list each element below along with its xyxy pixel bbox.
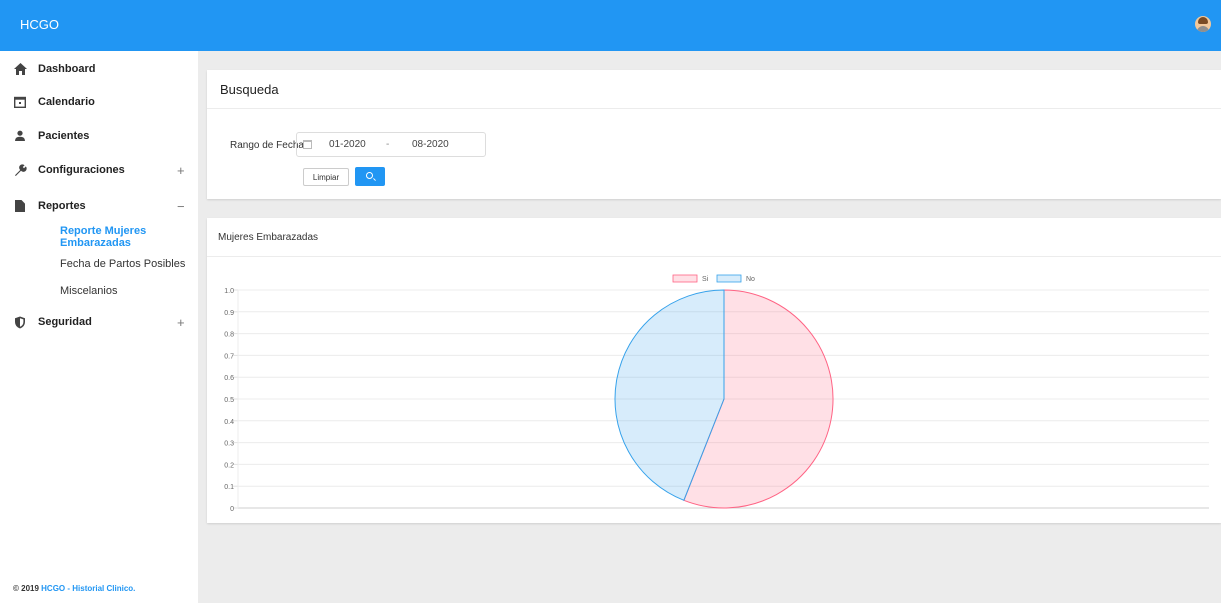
y-tick-label: 0.7	[224, 353, 234, 360]
y-tick-label: 1.0	[224, 288, 234, 295]
sidebar-item-label: Calendario	[38, 96, 95, 108]
shield-icon	[13, 315, 27, 329]
date-to-input[interactable]: 08-2020	[412, 139, 449, 150]
sidebar-item-pacientes[interactable]: Pacientes	[0, 123, 198, 149]
date-from-input[interactable]: 01-2020	[329, 139, 366, 150]
sidebar-item-label: Dashboard	[38, 63, 96, 75]
y-tick-label: 0	[230, 506, 234, 513]
y-tick-label: 0.1	[224, 484, 234, 491]
document-icon	[13, 199, 27, 213]
y-tick-label: 0.3	[224, 441, 234, 448]
legend-swatch-si	[672, 274, 698, 283]
y-tick-label: 0.6	[224, 375, 234, 382]
sidebar: Dashboard Calendario Pacientes Configura…	[0, 51, 198, 603]
search-card: Busqueda Rango de Fecha 01-2020 - 08-202…	[207, 70, 1221, 199]
pie-chart: 1.0 0.9 0.8 0.7 0.6 0.5 0.4 0.3 0.2 0.1 0 Si No	[224, 274, 1209, 513]
date-separator: -	[386, 139, 390, 150]
user-avatar-icon[interactable]	[1195, 16, 1211, 32]
y-tick-label: 0.2	[224, 462, 234, 469]
sidebar-item-configuraciones[interactable]: Configuraciones +	[0, 157, 198, 183]
y-tick-label: 0.8	[224, 332, 234, 339]
sidebar-item-label: Reportes	[38, 200, 86, 212]
date-range-picker[interactable]: 01-2020 - 08-2020	[296, 132, 486, 157]
sidebar-subitem-label: Reporte Mujeres Embarazadas	[60, 225, 147, 249]
legend-label-si: Si	[702, 276, 709, 283]
person-icon	[13, 129, 27, 143]
report-card: Mujeres Embarazadas 1.0 0.9 0.8 0.7 0.6 0.5 0.…	[207, 218, 1221, 523]
y-tick-label: 0.9	[224, 310, 234, 317]
calendar-icon	[13, 95, 27, 109]
expand-icon[interactable]: +	[177, 163, 185, 178]
sidebar-item-calendario[interactable]: Calendario	[0, 89, 198, 115]
top-navbar: HCGO	[0, 0, 1221, 51]
footer-copyright: © 2019	[13, 584, 42, 593]
search-icon	[366, 172, 373, 179]
home-icon	[13, 62, 27, 76]
sidebar-item-dashboard[interactable]: Dashboard	[0, 56, 198, 82]
date-range-label: Rango de Fecha	[230, 140, 304, 151]
y-tick-label: 0.4	[224, 419, 234, 426]
sidebar-item-seguridad[interactable]: Seguridad +	[0, 309, 198, 335]
calendar-icon	[303, 140, 312, 149]
sidebar-item-label: Pacientes	[38, 130, 90, 142]
footer-link[interactable]: HCGO - Historial Clinico.	[41, 584, 135, 593]
legend-label-no: No	[746, 276, 755, 283]
collapse-icon[interactable]: −	[177, 199, 185, 214]
sidebar-item-reportes[interactable]: Reportes −	[0, 193, 198, 219]
sidebar-subitem-miscelanios[interactable]: Miscelanios	[0, 280, 198, 302]
search-card-title: Busqueda	[207, 70, 1221, 109]
y-tick-label: 0.5	[224, 397, 234, 404]
legend-swatch-no	[716, 274, 742, 283]
sidebar-subitem-label: Fecha de Partos Posibles	[60, 258, 186, 270]
sidebar-item-label: Configuraciones	[38, 164, 125, 176]
sidebar-subitem-reporte-mujeres-embarazadas[interactable]: Reporte Mujeres Embarazadas	[0, 225, 198, 249]
document-icon	[42, 258, 54, 270]
sidebar-subitem-label: Miscelanios	[60, 285, 118, 297]
document-icon	[42, 231, 54, 243]
brand-title[interactable]: HCGO	[20, 17, 59, 32]
sidebar-item-label: Seguridad	[38, 316, 92, 328]
footer: © 2019 HCGO - Historial Clinico.	[13, 584, 135, 593]
sidebar-subitem-fecha-de-partos-posibles[interactable]: Fecha de Partos Posibles	[0, 253, 198, 275]
clear-button[interactable]: Limpiar	[303, 168, 349, 186]
expand-icon[interactable]: +	[177, 315, 185, 330]
wrench-icon	[13, 163, 27, 177]
search-button[interactable]	[355, 167, 385, 186]
document-icon	[42, 285, 54, 297]
